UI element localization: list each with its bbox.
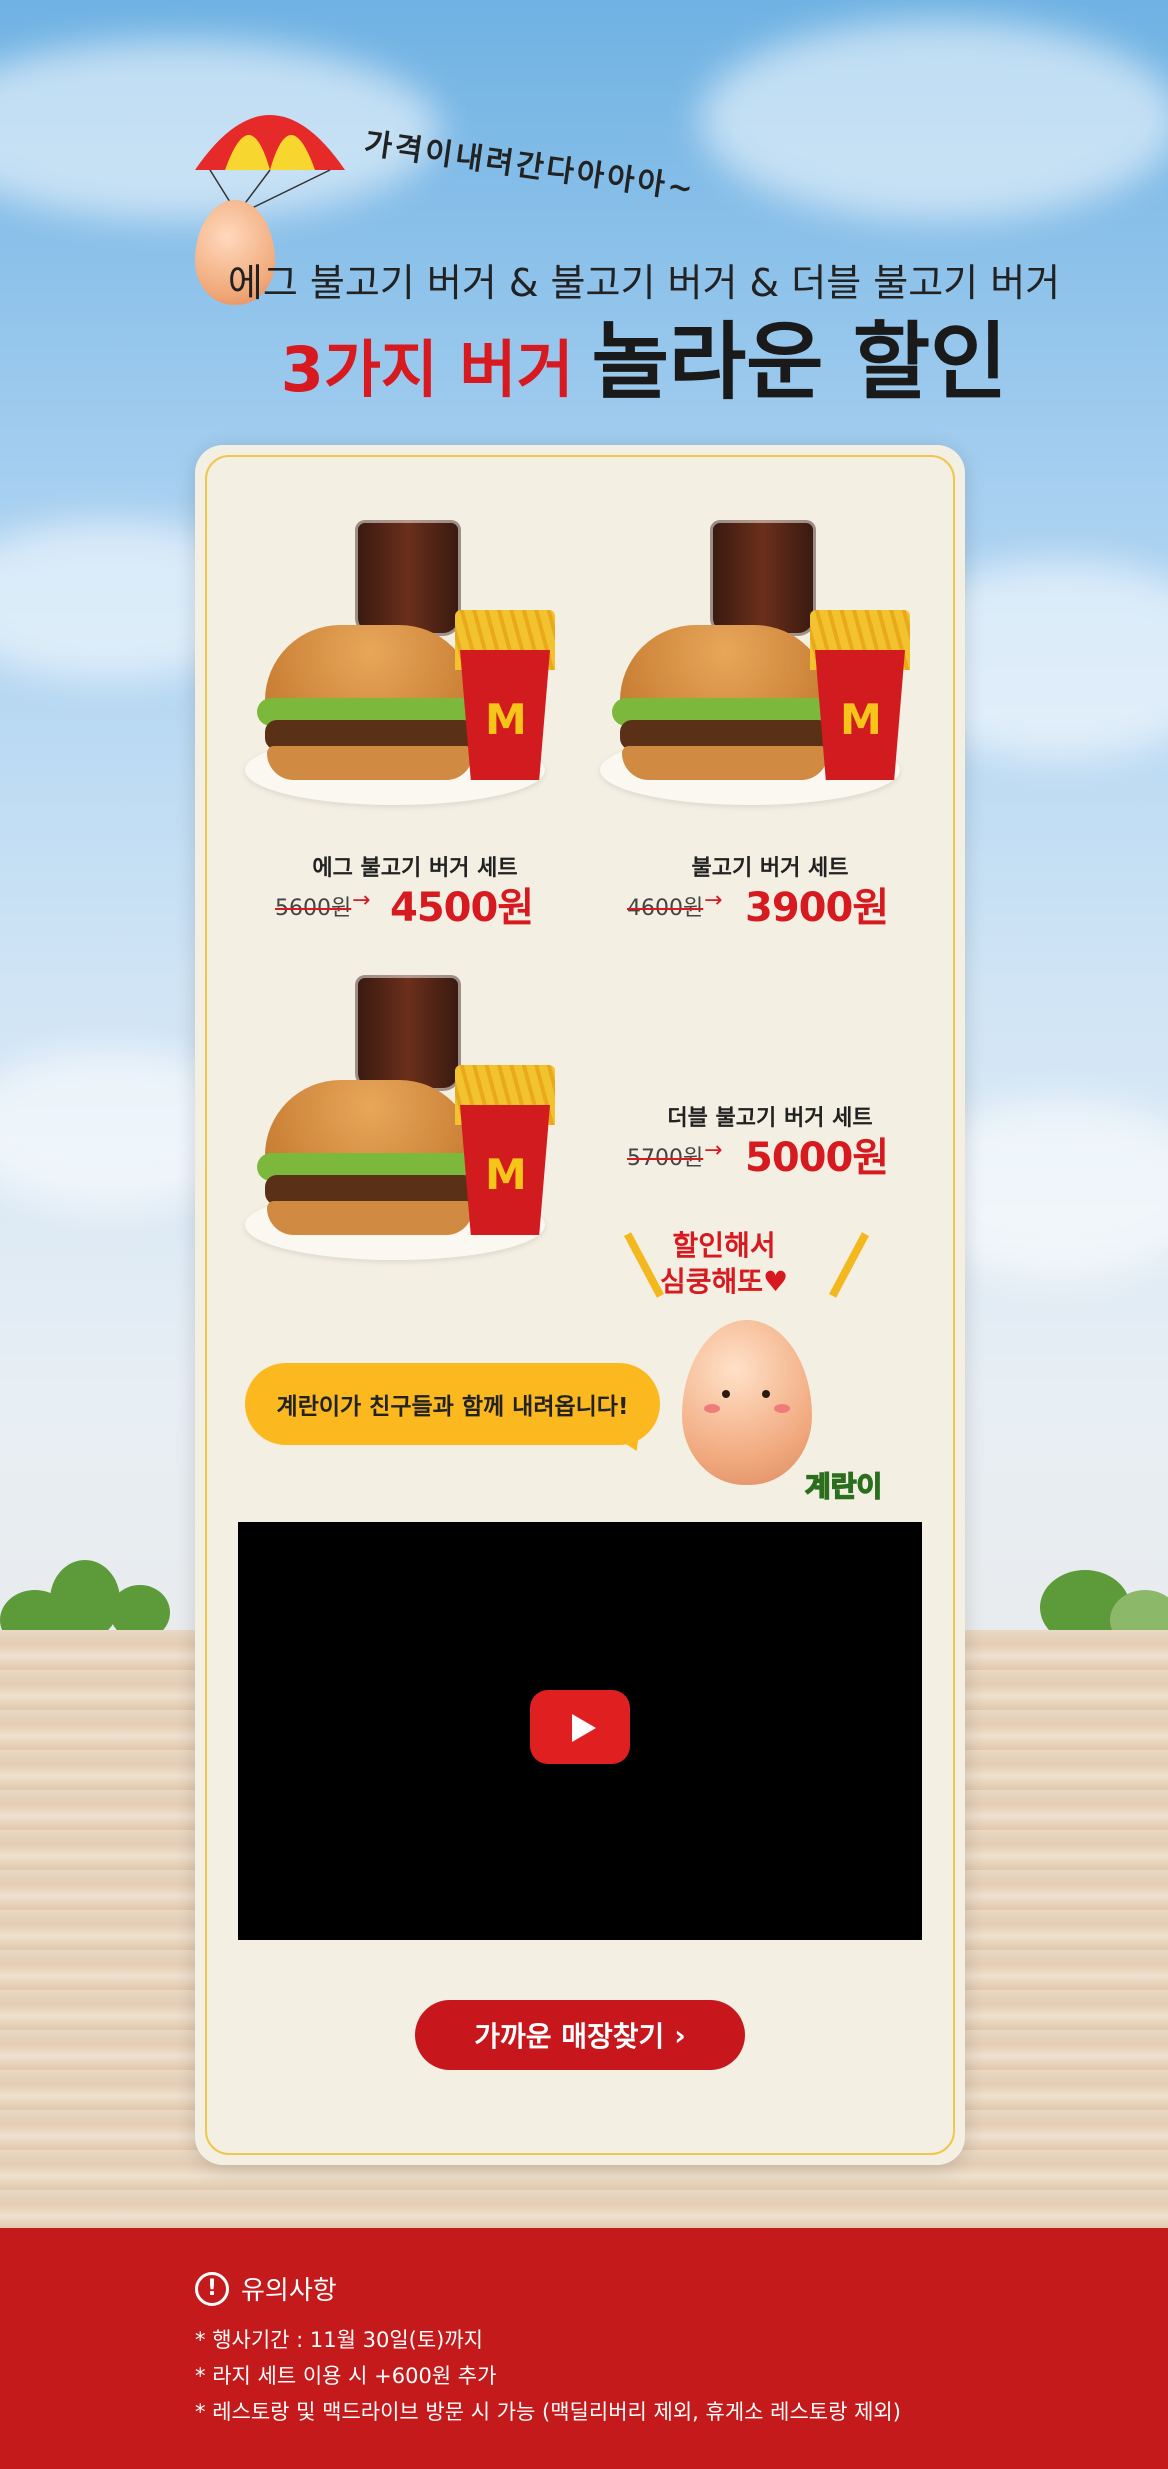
- new-price: 5000원: [745, 1135, 889, 1181]
- parachute-icon: [195, 115, 345, 210]
- page-title: 3가지 버거 놀라운 할인: [0, 295, 1168, 416]
- old-price: 5700원: [627, 1146, 704, 1171]
- youtube-play-icon[interactable]: [530, 1690, 630, 1764]
- shout-line: 할인해서: [672, 1229, 776, 1262]
- find-store-label: 가까운 매장찾기: [474, 2020, 665, 2053]
- double-bulgogi-set-image: M: [245, 975, 565, 1275]
- old-price: 4600원: [627, 896, 704, 921]
- notice-title: 유의사항: [241, 2276, 337, 2306]
- shout-line: 심쿵해또♥: [660, 1265, 789, 1298]
- exclamation-circle-icon: !: [195, 2271, 229, 2306]
- arrow-right-icon: →: [352, 888, 371, 913]
- old-price: 5600원: [275, 896, 352, 921]
- egg-bulgogi-set-image: M: [245, 520, 565, 820]
- egg-shout-text: 할인해서 심쿵해또♥: [660, 1228, 788, 1300]
- arrow-right-icon: →: [704, 1138, 723, 1163]
- bulgogi-set-image: M: [600, 520, 920, 820]
- notice-item: 행사기간 : 11월 30일(토)까지: [195, 2322, 901, 2358]
- headline-main: 놀라운 할인: [591, 313, 1008, 411]
- notice-heading: ! 유의사항: [195, 2270, 337, 2307]
- new-price: 3900원: [745, 885, 889, 931]
- mascot-name: 계란이: [804, 1469, 883, 1504]
- arrow-right-icon: →: [704, 888, 723, 913]
- chevron-right-icon: ›: [674, 2018, 686, 2052]
- find-store-button[interactable]: 가까운 매장찾기 ›: [415, 2000, 745, 2070]
- video-player[interactable]: [238, 1522, 922, 1940]
- speech-bubble: 계란이가 친구들과 함께 내려옵니다!: [245, 1363, 660, 1445]
- notice-item: 레스토랑 및 맥드라이브 방문 시 가능 (맥딜리버리 제외, 휴게소 레스토랑…: [195, 2394, 901, 2430]
- notice-item: 라지 세트 이용 시 +600원 추가: [195, 2358, 901, 2394]
- headline-highlight: 3가지 버거: [280, 333, 574, 406]
- new-price: 4500원: [390, 885, 534, 931]
- notice-list: 행사기간 : 11월 30일(토)까지 라지 세트 이용 시 +600원 추가 …: [195, 2322, 901, 2430]
